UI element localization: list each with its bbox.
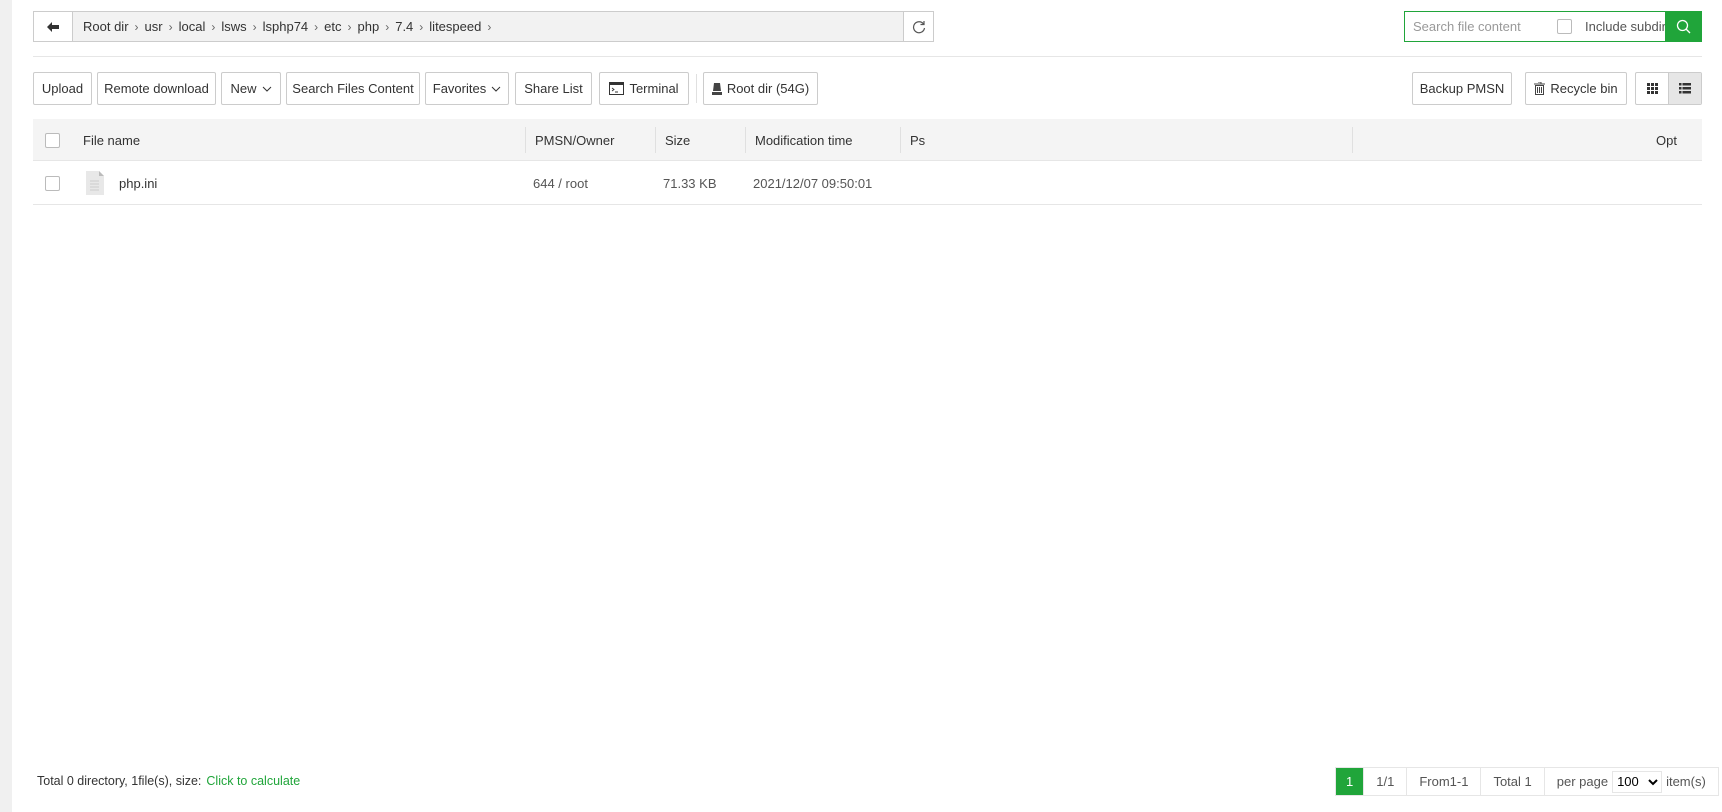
grid-icon	[1646, 83, 1658, 94]
column-divider	[525, 127, 526, 153]
column-divider	[745, 127, 746, 153]
favorites-label: Favorites	[432, 81, 487, 96]
per-page-label: per page	[1556, 774, 1609, 789]
file-icon	[86, 171, 104, 195]
divider	[33, 56, 1702, 57]
root-dir-button[interactable]: Root dir (54G)	[703, 72, 818, 105]
terminal-button[interactable]: Terminal	[599, 72, 689, 105]
recycle-bin-button[interactable]: Recycle bin	[1525, 72, 1627, 105]
breadcrumb-item[interactable]: litespeed	[423, 19, 487, 34]
breadcrumb-item[interactable]: lsphp74	[257, 19, 315, 34]
root-dir-label: Root dir (54G)	[726, 81, 810, 96]
page-current[interactable]: 1	[1336, 768, 1364, 795]
column-divider	[1352, 127, 1353, 153]
breadcrumb-item[interactable]: etc	[318, 19, 347, 34]
upload-label: Upload	[41, 81, 84, 96]
summary-text: Total 0 directory, 1file(s), size:	[37, 774, 202, 788]
recycle-bin-label: Recycle bin	[1550, 81, 1618, 96]
terminal-icon	[609, 82, 625, 95]
include-subdir-label: Include subdir	[1585, 19, 1666, 34]
breadcrumb-item[interactable]: php	[352, 19, 386, 34]
header-size[interactable]: Size	[665, 119, 690, 161]
chevron-down-icon	[262, 86, 271, 92]
select-all-checkbox[interactable]	[45, 132, 60, 148]
path-bar: Root dir › usr › local › lsws › lsphp74 › etc › php ›…	[33, 11, 934, 42]
header-file-name[interactable]: File name	[83, 119, 140, 161]
breadcrumb-item[interactable]: Root dir	[77, 19, 135, 34]
search-icon	[1676, 19, 1690, 34]
header-ps: Ps	[910, 132, 926, 148]
chevron-right-icon: ›	[487, 19, 492, 34]
breadcrumb-item[interactable]: local	[173, 19, 212, 34]
new-label: New	[230, 81, 257, 96]
table-header: File name PMSN/Owner Size Modification t…	[33, 119, 1702, 161]
pagination: 1 1/1 From1-1 Total 1 per page 100 item(…	[1335, 767, 1719, 796]
total-count: Total 1	[1480, 768, 1543, 795]
breadcrumb: Root dir › usr › local › lsws › lsphp74 › etc › php ›…	[73, 19, 903, 34]
backup-pmsn-button[interactable]: Backup PMSN	[1412, 72, 1512, 105]
per-page: per page 100 item(s)	[1543, 768, 1718, 795]
search-file-content: Include subdir	[1404, 11, 1702, 42]
list-icon	[1679, 83, 1691, 94]
refresh-icon	[912, 20, 925, 33]
breadcrumb-item[interactable]: 7.4	[389, 19, 419, 34]
calculate-size-link[interactable]: Click to calculate	[206, 774, 300, 788]
file-name[interactable]: php.ini	[119, 161, 157, 205]
arrow-left-icon	[47, 21, 59, 32]
search-files-content-button[interactable]: Search Files Content	[286, 72, 420, 105]
footer-summary: Total 0 directory, 1file(s), size: Click…	[37, 774, 300, 788]
left-sidebar-edge	[0, 0, 12, 812]
view-toggle	[1635, 72, 1702, 105]
search-button[interactable]	[1665, 12, 1701, 41]
share-list-label: Share List	[524, 81, 583, 96]
file-size: 71.33 KB	[663, 175, 717, 191]
share-list-button[interactable]: Share List	[515, 72, 592, 105]
breadcrumb-item[interactable]: usr	[139, 19, 169, 34]
column-divider	[655, 127, 656, 153]
breadcrumb-item[interactable]: lsws	[215, 19, 252, 34]
favorites-button[interactable]: Favorites	[425, 72, 509, 105]
trash-icon	[1534, 82, 1546, 95]
search-input[interactable]	[1405, 19, 1545, 34]
row-checkbox[interactable]	[45, 175, 60, 191]
column-divider	[900, 127, 901, 153]
file-pmsn-owner[interactable]: 644 / root	[533, 161, 588, 205]
file-modification-time: 2021/12/07 09:50:01	[753, 175, 873, 191]
include-subdir-checkbox[interactable]	[1557, 19, 1572, 34]
new-button[interactable]: New	[221, 72, 281, 105]
header-modification-time[interactable]: Modification time	[755, 119, 853, 161]
per-page-select[interactable]: 100	[1612, 770, 1663, 793]
disk-icon	[711, 82, 722, 95]
items-label: item(s)	[1666, 774, 1706, 789]
refresh-button[interactable]	[903, 12, 933, 41]
list-view-button[interactable]	[1668, 73, 1701, 104]
header-opt: Opt	[1656, 132, 1677, 148]
chevron-down-icon	[491, 86, 501, 92]
search-files-content-label: Search Files Content	[292, 81, 414, 96]
backup-pmsn-label: Backup PMSN	[1419, 81, 1505, 96]
page-count: 1/1	[1363, 768, 1406, 795]
table-row[interactable]: php.ini 644 / root 71.33 KB 2021/12/07 0…	[33, 161, 1702, 205]
terminal-label: Terminal	[629, 81, 679, 96]
upload-button[interactable]: Upload	[33, 72, 92, 105]
grid-view-button[interactable]	[1636, 73, 1668, 104]
page-range: From1-1	[1406, 768, 1480, 795]
toolbar-separator	[696, 74, 697, 103]
remote-download-label: Remote download	[104, 81, 209, 96]
remote-download-button[interactable]: Remote download	[97, 72, 216, 105]
header-pmsn-owner[interactable]: PMSN/Owner	[535, 119, 614, 161]
back-button[interactable]	[34, 12, 73, 41]
